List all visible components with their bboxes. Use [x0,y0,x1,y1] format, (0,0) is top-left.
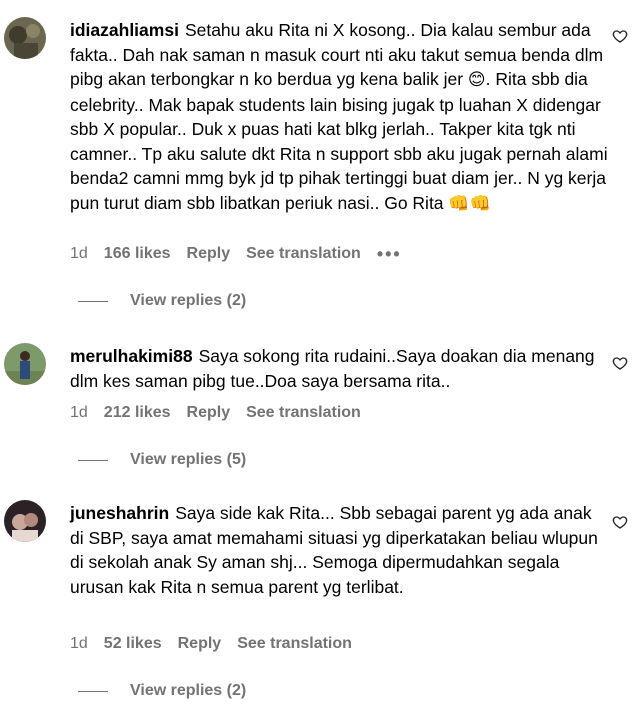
see-translation-link[interactable]: See translation [246,245,361,263]
heart-outline-icon[interactable] [612,514,628,530]
username[interactable]: merulhakimi88 [70,346,193,366]
avatar[interactable] [4,500,46,542]
heart-outline-icon[interactable] [612,355,628,371]
reply-button[interactable]: Reply [187,245,231,263]
view-replies-label[interactable]: View replies (5) [130,451,246,469]
comment-meta: 1d 52 likes Reply See translation [70,635,368,653]
comment-meta: 1d 166 likes Reply See translation ••• [70,245,418,263]
divider-line [78,690,108,692]
comment-body-cont: . Rita sbb dia celebrity.. Mak bapak stu… [70,69,608,213]
divider-line [78,459,108,461]
view-replies[interactable]: View replies (2) [78,292,246,310]
heart-outline-icon[interactable] [612,28,628,44]
username[interactable]: juneshahrin [70,503,169,523]
timestamp: 1d [70,404,88,421]
more-dots-icon[interactable]: ••• [377,245,402,263]
username[interactable]: idiazahliamsi [70,20,179,40]
comment-meta: 1d 212 likes Reply See translation [70,404,377,422]
likes-count[interactable]: 166 likes [104,245,171,263]
reply-button[interactable]: Reply [187,404,231,422]
comment-text: merulhakimi88 Saya sokong rita rudaini..S… [70,344,610,393]
see-translation-link[interactable]: See translation [237,635,352,653]
see-translation-link[interactable]: See translation [246,404,361,422]
comment-text: juneshahrin Saya side kak Rita... Sbb seb… [70,501,610,599]
smile-emoji: 😊 [467,70,486,89]
view-replies-label[interactable]: View replies (2) [130,292,246,310]
divider-line [78,300,108,302]
reply-button[interactable]: Reply [178,635,222,653]
comment-text: idiazahliamsi Setahu aku Rita ni X kosong… [70,18,610,216]
view-replies[interactable]: View replies (2) [78,682,246,700]
likes-count[interactable]: 52 likes [104,635,162,653]
fist-emoji: 👊👊 [448,193,491,213]
view-replies[interactable]: View replies (5) [78,451,246,469]
timestamp: 1d [70,245,88,262]
avatar[interactable] [4,343,46,385]
avatar[interactable] [4,17,46,59]
timestamp: 1d [70,635,88,652]
likes-count[interactable]: 212 likes [104,404,171,422]
view-replies-label[interactable]: View replies (2) [130,682,246,700]
